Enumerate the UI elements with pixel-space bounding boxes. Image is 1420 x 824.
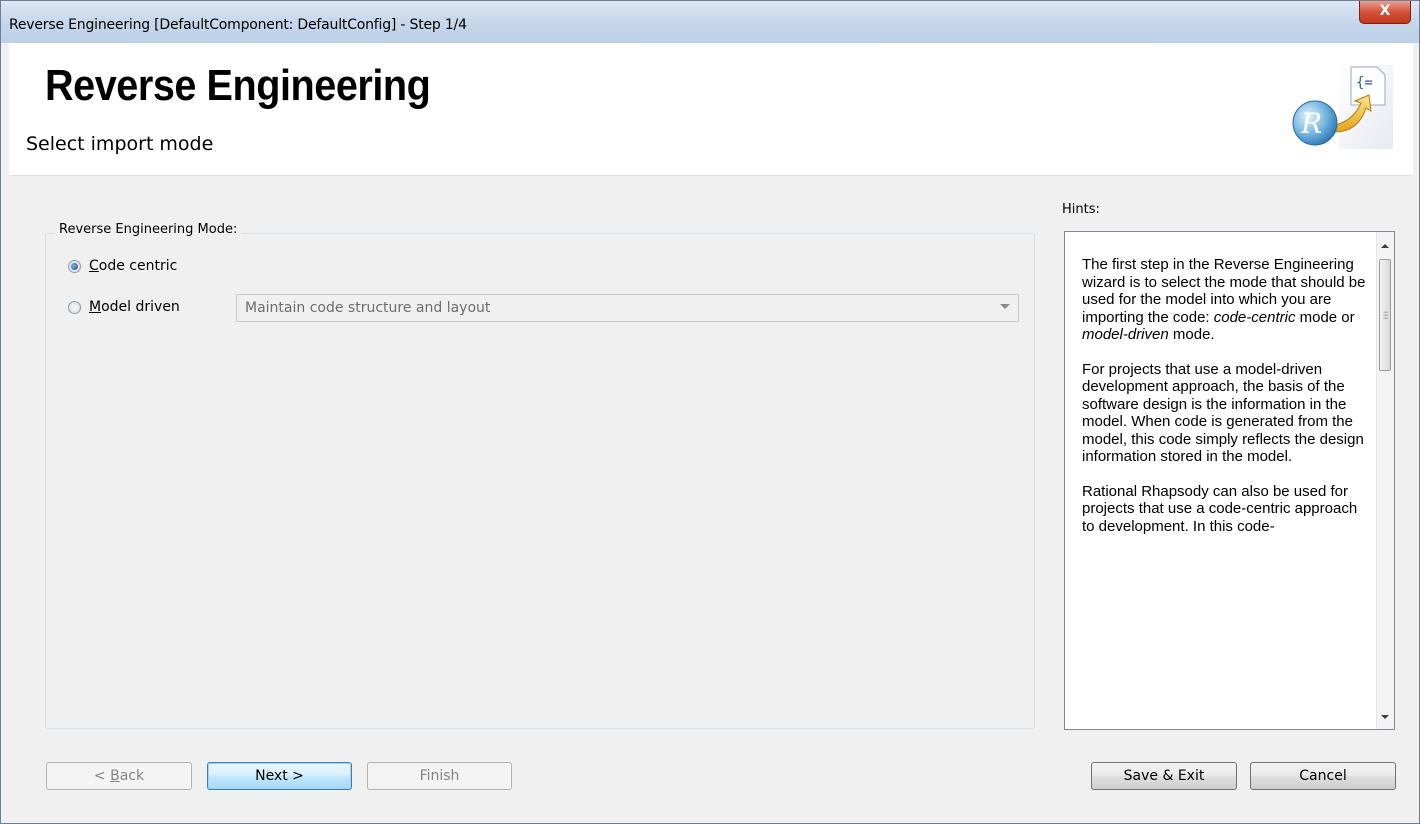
code-centric-option[interactable]: Code centric [68, 258, 177, 274]
scroll-up-arrow-icon[interactable] [1381, 244, 1389, 248]
reverse-engineering-wizard-window: Reverse Engineering [DefaultComponent: D… [0, 0, 1420, 824]
grip-icon: − − − [1383, 307, 1389, 323]
model-driven-layout-value: Maintain code structure and layout [245, 300, 491, 316]
model-driven-layout-select[interactable]: Maintain code structure and layout [236, 294, 1019, 322]
hint-paragraph: The first step in the Reverse Engineerin… [1082, 256, 1366, 343]
svg-text:R: R [1300, 107, 1322, 140]
svg-text:{=: {= [1356, 75, 1373, 91]
window-title: Reverse Engineering [DefaultComponent: D… [9, 17, 467, 33]
page-subtitle: Select import mode [26, 133, 214, 155]
model-driven-label: Model driven [89, 299, 180, 315]
code-centric-label: Code centric [89, 258, 178, 274]
wizard-header: Reverse Engineering Select import mode {… [9, 43, 1413, 175]
scroll-down-arrow-icon[interactable] [1381, 715, 1389, 719]
finish-button[interactable]: Finish [367, 762, 512, 790]
close-button[interactable]: X [1359, 1, 1411, 24]
mode-group-legend: Reverse Engineering Mode: [54, 222, 243, 237]
header-separator [9, 175, 1413, 176]
page-title: Reverse Engineering [45, 61, 431, 110]
rhapsody-logo-icon: {= R [1292, 65, 1393, 149]
hints-panel[interactable]: The first step in the Reverse Engineerin… [1064, 231, 1395, 730]
code-centric-radio[interactable] [68, 259, 81, 273]
hints-text: The first step in the Reverse Engineerin… [1082, 256, 1366, 552]
back-button[interactable]: < Back [46, 762, 192, 790]
model-driven-radio[interactable] [68, 300, 81, 314]
chevron-down-icon [1000, 304, 1010, 309]
hints-label: Hints: [1062, 202, 1100, 217]
model-driven-option[interactable]: Model driven [68, 299, 180, 315]
cancel-button[interactable]: Cancel [1250, 762, 1396, 790]
title-bar[interactable]: Reverse Engineering [DefaultComponent: D… [1, 1, 1419, 43]
save-exit-button[interactable]: Save & Exit [1091, 762, 1237, 790]
hints-scrollbar[interactable]: − − − [1376, 232, 1394, 729]
hint-paragraph: Rational Rhapsody can also be used for p… [1082, 482, 1358, 535]
hint-paragraph: For projects that use a model-driven dev… [1082, 360, 1364, 466]
scrollbar-thumb[interactable]: − − − [1379, 259, 1391, 371]
next-button[interactable]: Next > [207, 762, 352, 790]
